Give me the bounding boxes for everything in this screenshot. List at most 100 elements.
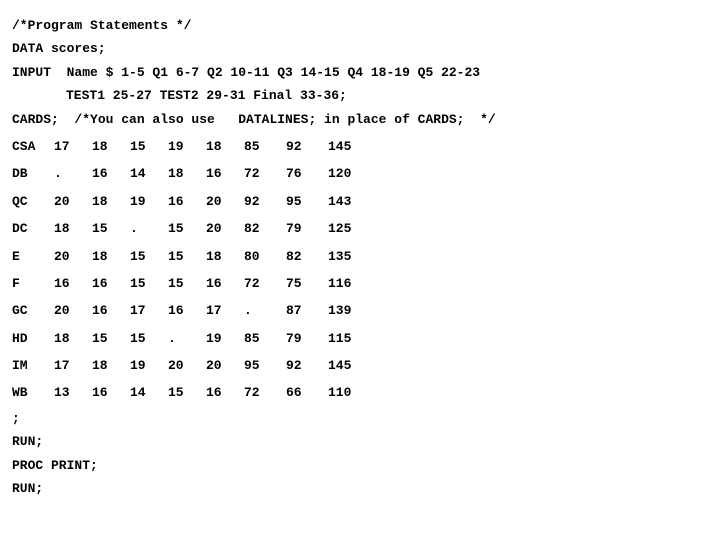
comment-program-statements: /*Program Statements */ [12, 14, 708, 37]
end-semicolon: ; [12, 407, 708, 430]
table-row: DC1815.15208279125 [12, 215, 378, 242]
data-table: CSA17181519188592145 DB.161418167276120Q… [12, 133, 378, 407]
cell-q4: 16 [168, 188, 206, 215]
cell-q5: 20 [206, 188, 244, 215]
cell-q1: 17 [54, 133, 92, 160]
cell-q2: 18 [92, 352, 130, 379]
cell-q5: 19 [206, 325, 244, 352]
cell-q5: 18 [206, 243, 244, 270]
cell-q3: 17 [130, 297, 168, 324]
cell-f: 145 [328, 133, 378, 160]
cell-f: 120 [328, 160, 378, 187]
cell-q4: 15 [168, 379, 206, 406]
cell-q2: 18 [92, 243, 130, 270]
cell-t2: 95 [286, 188, 328, 215]
cell-f: 110 [328, 379, 378, 406]
cell-q2: 16 [92, 270, 130, 297]
cell-f: 139 [328, 297, 378, 324]
cell-q3: 14 [130, 160, 168, 187]
cell-q1: 18 [54, 215, 92, 242]
cell-name: IM [12, 352, 54, 379]
cell-q2: 18 [92, 133, 130, 160]
cell-t1: 82 [244, 215, 286, 242]
cell-f: 145 [328, 352, 378, 379]
cell-q3: 15 [130, 133, 168, 160]
cell-t2: 66 [286, 379, 328, 406]
cell-q1: 20 [54, 243, 92, 270]
cell-t1: 95 [244, 352, 286, 379]
cell-t2: 87 [286, 297, 328, 324]
cell-q1: . [54, 160, 92, 187]
table-row: IM17181920209592145 [12, 352, 378, 379]
cell-name: DC [12, 215, 54, 242]
cell-q5: 18 [206, 133, 244, 160]
cell-t1: 85 [244, 133, 286, 160]
cell-q4: 15 [168, 270, 206, 297]
cell-q1: 16 [54, 270, 92, 297]
table-row: GC2016171617.87139 [12, 297, 378, 324]
cell-q2: 18 [92, 188, 130, 215]
cell-t1: 72 [244, 160, 286, 187]
table-row: WB13161415167266110 [12, 379, 378, 406]
table-row: DB.161418167276120 [12, 160, 378, 187]
cell-q1: 17 [54, 352, 92, 379]
cell-name: CSA [12, 133, 54, 160]
cell-t2: 92 [286, 133, 328, 160]
cell-t1: 80 [244, 243, 286, 270]
cell-q5: 16 [206, 379, 244, 406]
cell-q3: . [130, 215, 168, 242]
cell-q4: 15 [168, 215, 206, 242]
cell-t2: 82 [286, 243, 328, 270]
cell-q2: 16 [92, 379, 130, 406]
cards-statement: CARDS; /*You can also use DATALINES; in … [12, 108, 708, 131]
cell-q3: 19 [130, 352, 168, 379]
cell-f: 116 [328, 270, 378, 297]
cell-q2: 16 [92, 160, 130, 187]
cell-q4: 18 [168, 160, 206, 187]
cell-q4: 19 [168, 133, 206, 160]
cell-name: QC [12, 188, 54, 215]
cell-name: E [12, 243, 54, 270]
table-row: E20181515188082135 [12, 243, 378, 270]
cell-q2: 15 [92, 215, 130, 242]
cell-q4: 20 [168, 352, 206, 379]
input-line-2: TEST1 25-27 TEST2 29-31 Final 33-36; [12, 84, 708, 107]
cell-name: HD [12, 325, 54, 352]
cell-f: 125 [328, 215, 378, 242]
table-row: F16161515167275116 [12, 270, 378, 297]
cell-q3: 15 [130, 325, 168, 352]
cell-name: DB [12, 160, 54, 187]
cell-q4: 16 [168, 297, 206, 324]
run-1: RUN; [12, 430, 708, 453]
cell-name: WB [12, 379, 54, 406]
cell-t1: . [244, 297, 286, 324]
table-row: QC20181916209295143 [12, 188, 378, 215]
table-row: CSA17181519188592145 [12, 133, 378, 160]
cell-t1: 72 [244, 379, 286, 406]
data-statement: DATA scores; [12, 37, 708, 60]
input-line-1: INPUT Name $ 1-5 Q1 6-7 Q2 10-11 Q3 14-1… [12, 61, 708, 84]
cell-name: GC [12, 297, 54, 324]
cell-q4: . [168, 325, 206, 352]
cell-q3: 19 [130, 188, 168, 215]
cell-q5: 16 [206, 160, 244, 187]
cell-t2: 76 [286, 160, 328, 187]
cell-f: 115 [328, 325, 378, 352]
cell-q1: 20 [54, 188, 92, 215]
cell-q2: 15 [92, 325, 130, 352]
cell-q1: 13 [54, 379, 92, 406]
cell-q1: 18 [54, 325, 92, 352]
cell-t1: 85 [244, 325, 286, 352]
cell-q5: 17 [206, 297, 244, 324]
cell-t2: 79 [286, 215, 328, 242]
cell-name: F [12, 270, 54, 297]
cell-q1: 20 [54, 297, 92, 324]
cell-q5: 20 [206, 215, 244, 242]
cell-q2: 16 [92, 297, 130, 324]
cell-q5: 20 [206, 352, 244, 379]
table-row: HD181515 .198579115 [12, 325, 378, 352]
cell-t1: 92 [244, 188, 286, 215]
cell-f: 135 [328, 243, 378, 270]
cell-q3: 15 [130, 270, 168, 297]
cell-t2: 92 [286, 352, 328, 379]
